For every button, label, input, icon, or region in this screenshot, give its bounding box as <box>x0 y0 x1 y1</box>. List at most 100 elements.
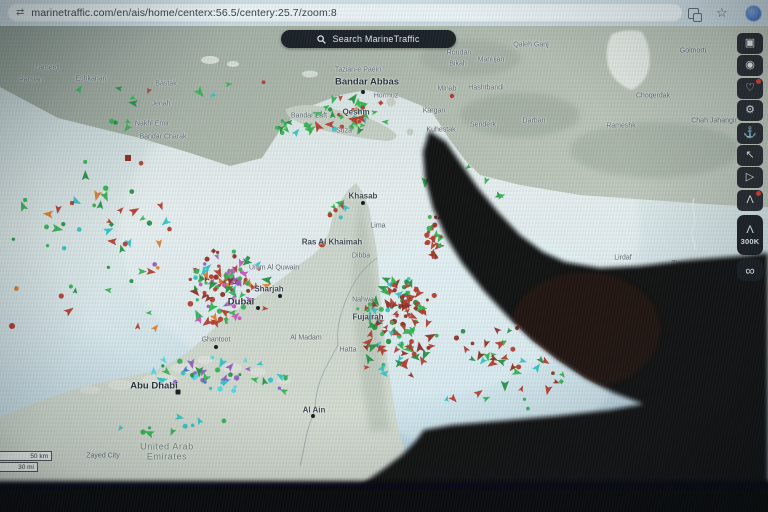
vessel-marker[interactable] <box>232 254 236 258</box>
vessel-marker[interactable] <box>107 266 110 269</box>
toolbar-playback-button[interactable]: ▷ <box>737 167 763 188</box>
vessel-marker[interactable] <box>207 305 210 308</box>
vessel-marker[interactable] <box>12 238 15 241</box>
vessel-marker[interactable] <box>83 160 87 164</box>
vessel-marker[interactable] <box>194 374 199 379</box>
vessel-marker[interactable] <box>304 122 309 127</box>
vessel-marker[interactable] <box>278 387 281 390</box>
vessel-marker[interactable] <box>129 279 133 283</box>
vessel-marker[interactable] <box>125 155 131 161</box>
vessel-marker[interactable] <box>372 324 378 330</box>
vessel-marker[interactable] <box>148 426 151 429</box>
toolbar-community-button[interactable]: ◉ <box>737 55 763 76</box>
vessel-marker[interactable] <box>339 215 343 219</box>
vessel-marker[interactable] <box>515 326 519 330</box>
toolbar-vessel-filter-button[interactable]: Λ <box>737 190 763 211</box>
vessel-marker[interactable] <box>188 301 194 307</box>
vessel-marker[interactable] <box>196 298 199 301</box>
vessel-marker[interactable] <box>328 213 333 218</box>
vessel-marker[interactable] <box>23 198 27 202</box>
vessel-marker[interactable] <box>551 371 555 375</box>
vessel-marker[interactable] <box>14 286 19 291</box>
vessel-marker[interactable] <box>328 107 332 111</box>
vessel-marker[interactable] <box>268 377 273 382</box>
vessel-marker[interactable] <box>213 287 217 291</box>
toolbar-favorites-button[interactable]: ♡ <box>737 78 763 99</box>
vessel-marker[interactable] <box>523 398 526 401</box>
vessel-marker[interactable] <box>414 287 418 291</box>
vessel-marker[interactable] <box>380 332 384 336</box>
vessel-marker[interactable] <box>412 352 417 357</box>
vessel-marker[interactable] <box>231 388 236 393</box>
vessel-marker[interactable] <box>156 266 159 269</box>
vessel-marker[interactable] <box>161 364 164 367</box>
translate-icon[interactable] <box>688 8 699 19</box>
vessel-marker[interactable] <box>152 262 157 267</box>
vessel-marker[interactable] <box>204 281 207 284</box>
vessel-marker[interactable] <box>526 407 530 411</box>
vessel-marker[interactable] <box>140 429 145 434</box>
vessel-marker[interactable] <box>193 275 198 280</box>
vessel-marker[interactable] <box>424 232 429 237</box>
vessel-marker[interactable] <box>356 307 359 310</box>
map-search-bar[interactable]: Search MarineTraffic <box>281 30 456 48</box>
vessel-marker[interactable] <box>218 317 223 322</box>
vessel-marker[interactable] <box>200 378 204 382</box>
vessel-marker[interactable] <box>189 278 192 281</box>
vessel-marker[interactable] <box>222 418 227 423</box>
vessel-marker[interactable] <box>59 293 64 298</box>
vessel-marker[interactable] <box>542 336 547 341</box>
vessel-marker[interactable] <box>319 241 326 248</box>
toolbar-settings-button[interactable]: ⚙ <box>737 100 763 121</box>
vessel-marker[interactable] <box>432 293 437 298</box>
vessel-marker[interactable] <box>232 250 236 254</box>
vessel-marker[interactable] <box>426 346 430 350</box>
vessel-marker[interactable] <box>203 262 206 265</box>
vessel-marker[interactable] <box>234 375 239 380</box>
vessel-marker[interactable] <box>333 208 337 212</box>
toolbar-fleets-button[interactable]: ⚓ <box>737 123 763 144</box>
vessel-marker[interactable] <box>435 334 439 338</box>
bookmark-star-icon[interactable]: ☆ <box>716 5 728 21</box>
vessel-marker[interactable] <box>61 222 65 226</box>
vessel-marker[interactable] <box>199 283 203 287</box>
vessel-marker[interactable] <box>232 304 236 308</box>
vessel-marker[interactable] <box>44 225 49 230</box>
vessel-marker[interactable] <box>426 299 429 302</box>
toolbar-measure-button[interactable]: ↖ <box>737 145 763 166</box>
vessel-marker[interactable] <box>183 424 188 429</box>
vessel-marker[interactable] <box>379 307 384 312</box>
vessel-marker[interactable] <box>139 161 144 166</box>
vessel-marker[interactable] <box>222 283 226 287</box>
vessel-marker[interactable] <box>257 267 261 271</box>
vessel-marker[interactable] <box>450 94 454 98</box>
vessel-marker[interactable] <box>432 223 437 228</box>
vessel-marker[interactable] <box>123 241 128 246</box>
vessel-marker[interactable] <box>228 372 233 377</box>
marine-map[interactable] <box>0 0 768 512</box>
vessel-marker[interactable] <box>167 227 172 232</box>
vessel-marker[interactable] <box>407 291 411 295</box>
vessel-marker[interactable] <box>194 269 199 274</box>
vessel-marker[interactable] <box>77 227 82 232</box>
vessel-marker[interactable] <box>386 339 391 344</box>
browser-menu-icon[interactable]: ⋮ <box>763 4 768 18</box>
vessel-marker[interactable] <box>103 185 108 190</box>
vessel-marker[interactable] <box>236 281 241 286</box>
vessel-marker[interactable] <box>510 347 515 352</box>
vessel-marker[interactable] <box>431 251 434 254</box>
vessel-count-pill[interactable]: Λ 300K <box>737 215 763 255</box>
vessel-marker[interactable] <box>177 359 182 364</box>
vessel-marker[interactable] <box>238 316 242 320</box>
vessel-marker[interactable] <box>349 125 354 130</box>
vessel-marker[interactable] <box>390 321 394 325</box>
vessel-marker[interactable] <box>385 308 390 313</box>
vessel-marker[interactable] <box>393 288 397 292</box>
vessel-marker[interactable] <box>211 356 215 360</box>
vessel-marker[interactable] <box>70 201 74 205</box>
vessel-marker[interactable] <box>209 387 212 390</box>
vessel-marker[interactable] <box>407 277 411 281</box>
vessel-marker[interactable] <box>219 280 223 284</box>
vessel-marker[interactable] <box>238 276 242 280</box>
vessel-marker[interactable] <box>203 291 207 295</box>
